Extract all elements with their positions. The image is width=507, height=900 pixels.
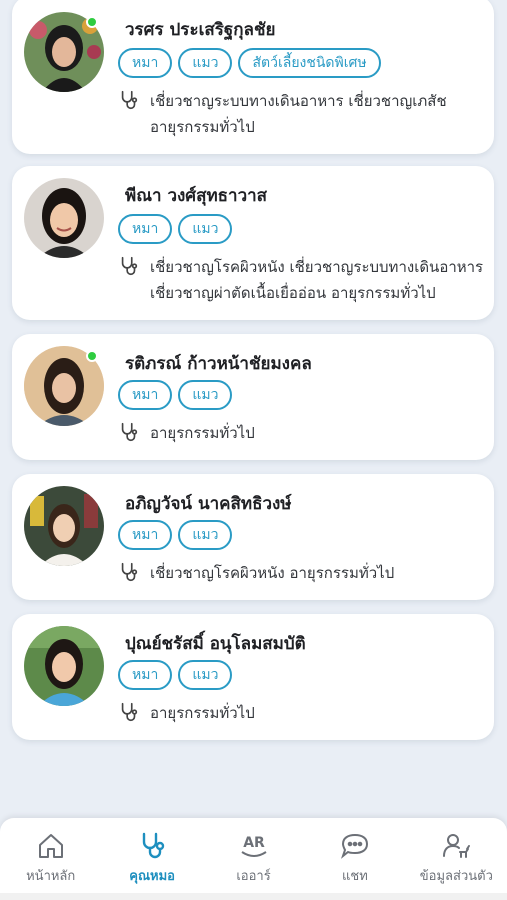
nav-ar[interactable]: AR เออาร์ [203,818,304,900]
bottom-nav: หน้าหลัก คุณหมอ AR เออาร์ แชท ข้อมูลส่วน… [0,818,507,900]
specialty-row: อายุรกรรมทั่วไป [118,700,484,726]
specialty-text: เชี่ยวชาญระบบทางเดินอาหาร เชี่ยวชาญเภสัช… [150,92,447,136]
pet-tag: แมว [178,214,233,244]
pet-type-tags: หมา แมว [118,660,233,690]
doctor-name: วรศร ประเสริฐกุลชัย [125,20,276,40]
nav-doctor[interactable]: คุณหมอ [101,818,202,900]
pet-tag: แมว [178,660,233,690]
pet-tag: แมว [178,380,233,410]
doctor-card[interactable]: อภิญวัจน์ นาคสิทธิวงษ์ หมา แมว เชี่ยวชาญ… [12,474,494,600]
pet-type-tags: หมา แมว [118,380,233,410]
online-status-dot [86,350,98,362]
doctor-avatar [24,486,104,566]
doctor-name: พีณา วงศ์สุทธาวาส [125,186,268,206]
pet-tag: หมา [118,520,173,550]
doctor-avatar [24,626,104,706]
doctor-avatar [24,178,104,258]
home-indicator-bar [0,893,507,900]
doctor-name: ปุณย์ชรัสมิ์ อนุโลมสมบัติ [125,634,306,654]
pet-tag: แมว [178,520,233,550]
home-icon [38,834,63,858]
stethoscope-icon [142,832,165,859]
specialty-text: อายุรกรรมทั่วไป [150,704,255,722]
pet-type-tags: หมา แมว [118,214,233,244]
specialty-row: เชี่ยวชาญระบบทางเดินอาหาร เชี่ยวชาญเภสัช… [118,88,484,140]
pet-tag: สัตว์เลี้ยงชนิดพิเศษ [238,48,381,78]
online-status-dot [86,16,98,28]
doctor-card[interactable]: พีณา วงศ์สุทธาวาส หมา แมว เชี่ยวชาญโรคผิ… [12,166,494,320]
specialty-row: เชี่ยวชาญโรคผิวหนัง อายุรกรรมทั่วไป [118,560,484,586]
ar-badge-text: AR [243,835,265,851]
pet-tag: หมา [118,214,173,244]
nav-label: หน้าหลัก [26,869,76,884]
specialty-row: อายุรกรรมทั่วไป [118,420,484,446]
nav-label: ข้อมูลส่วนตัว [419,869,493,884]
specialty-text: เชี่ยวชาญโรคผิวหนัง เชี่ยวชาญระบบทางเดิน… [150,258,484,302]
nav-profile[interactable]: ข้อมูลส่วนตัว [406,818,507,900]
stethoscope-icon [121,562,138,582]
nav-label: คุณหมอ [129,869,175,884]
specialty-row: เชี่ยวชาญโรคผิวหนัง เชี่ยวชาญระบบทางเดิน… [118,254,484,306]
specialty-text: เชี่ยวชาญโรคผิวหนัง อายุรกรรมทั่วไป [150,564,395,582]
doctor-card[interactable]: วรศร ประเสริฐกุลชัย หมา แมว สัตว์เลี้ยงช… [12,0,494,154]
specialty-text: อายุรกรรมทั่วไป [150,424,255,442]
pet-tag: หมา [118,660,173,690]
pet-type-tags: หมา แมว [118,520,233,550]
doctor-list-screen: วรศร ประเสริฐกุลชัย หมา แมว สัตว์เลี้ยงช… [0,0,507,900]
doctor-card[interactable]: ปุณย์ชรัสมิ์ อนุโลมสมบัติ หมา แมว อายุรก… [12,614,494,740]
nav-label: เออาร์ [236,869,271,884]
doctor-name: อภิญวัจน์ นาคสิทธิวงษ์ [125,494,292,514]
pet-type-tags: หมา แมว สัตว์เลี้ยงชนิดพิเศษ [118,48,381,78]
chat-icon [340,833,368,859]
stethoscope-icon [121,90,138,110]
nav-home[interactable]: หน้าหลัก [0,818,101,900]
pet-tag: หมา [118,380,173,410]
nav-chat[interactable]: แชท [304,818,405,900]
profile-pet-icon [443,834,471,858]
stethoscope-icon [121,702,138,722]
doctor-name: รติภรณ์ ก้าวหน้าชัยมงคล [125,354,312,374]
stethoscope-icon [121,256,138,276]
pet-tag: หมา [118,48,173,78]
ar-icon: AR [240,835,267,857]
nav-label: แชท [342,869,368,884]
doctor-card[interactable]: รติภรณ์ ก้าวหน้าชัยมงคล หมา แมว อายุรกรร… [12,334,494,460]
stethoscope-icon [121,422,138,442]
pet-tag: แมว [178,48,233,78]
